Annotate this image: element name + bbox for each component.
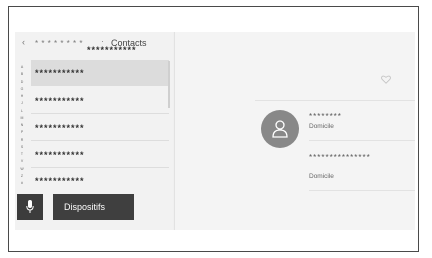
header-device-name: * * * * * * * *: [35, 39, 83, 48]
alphabet-index-letter[interactable]: #: [18, 181, 26, 185]
alphabet-index-letter[interactable]: S: [18, 145, 26, 149]
phone-number[interactable]: ********: [309, 113, 342, 121]
phone-type-label: Domicile: [309, 123, 334, 130]
alphabet-index-letter[interactable]: G: [18, 87, 26, 91]
contact-name: ***********: [35, 96, 85, 106]
alphabet-index-letter[interactable]: B: [18, 72, 26, 76]
back-icon[interactable]: ‹: [22, 38, 25, 47]
alphabet-index-letter[interactable]: R: [18, 138, 26, 142]
alphabet-index-letter[interactable]: M: [18, 116, 26, 120]
alphabet-index-letter[interactable]: N: [18, 123, 26, 127]
contact-name: ***********: [35, 68, 85, 78]
alphabet-index-letter[interactable]: H: [18, 94, 26, 98]
contact-detail-name: ***********: [87, 45, 137, 55]
phone-divider: [309, 190, 415, 191]
contact-row[interactable]: ***********: [31, 115, 169, 141]
alphabet-index-letter[interactable]: J: [18, 101, 26, 105]
devices-button-label: Dispositifs: [64, 202, 106, 212]
alphabet-index-letter[interactable]: A: [18, 65, 26, 69]
phone-number[interactable]: ***************: [309, 154, 371, 162]
detail-divider: [255, 100, 415, 101]
alphabet-index[interactable]: A B D G H J L M N P R S T V W Z #: [18, 65, 26, 185]
contact-row[interactable]: ***********: [31, 168, 169, 194]
contact-name: ***********: [35, 123, 85, 133]
alphabet-index-letter[interactable]: L: [18, 109, 26, 113]
contacts-screen: ‹ * * * * * * * * · Contacts A B D G H J…: [15, 32, 415, 230]
alphabet-index-letter[interactable]: T: [18, 152, 26, 156]
contact-row[interactable]: ***********: [31, 88, 169, 114]
phone-divider: [309, 140, 415, 141]
contact-name: ***********: [35, 176, 85, 186]
avatar: [261, 110, 299, 148]
phone-type-label: Domicile: [309, 173, 334, 180]
microphone-icon: [26, 200, 34, 213]
contact-row[interactable]: ***********: [31, 60, 169, 86]
contact-row[interactable]: ***********: [31, 142, 169, 168]
contact-name: ***********: [35, 150, 85, 160]
heart-icon[interactable]: [381, 75, 391, 84]
alphabet-index-letter[interactable]: P: [18, 130, 26, 134]
alphabet-index-letter[interactable]: Z: [18, 174, 26, 178]
devices-button[interactable]: Dispositifs: [53, 194, 134, 220]
alphabet-index-letter[interactable]: V: [18, 159, 26, 163]
row-divider: [31, 140, 169, 141]
voice-button[interactable]: [17, 194, 43, 220]
contacts-list-pane: ‹ * * * * * * * * · Contacts A B D G H J…: [15, 32, 173, 230]
person-icon: [272, 120, 288, 138]
alphabet-index-letter[interactable]: D: [18, 80, 26, 84]
row-divider: [31, 113, 169, 114]
alphabet-index-letter[interactable]: W: [18, 167, 26, 171]
list-scrollbar[interactable]: [168, 61, 170, 108]
